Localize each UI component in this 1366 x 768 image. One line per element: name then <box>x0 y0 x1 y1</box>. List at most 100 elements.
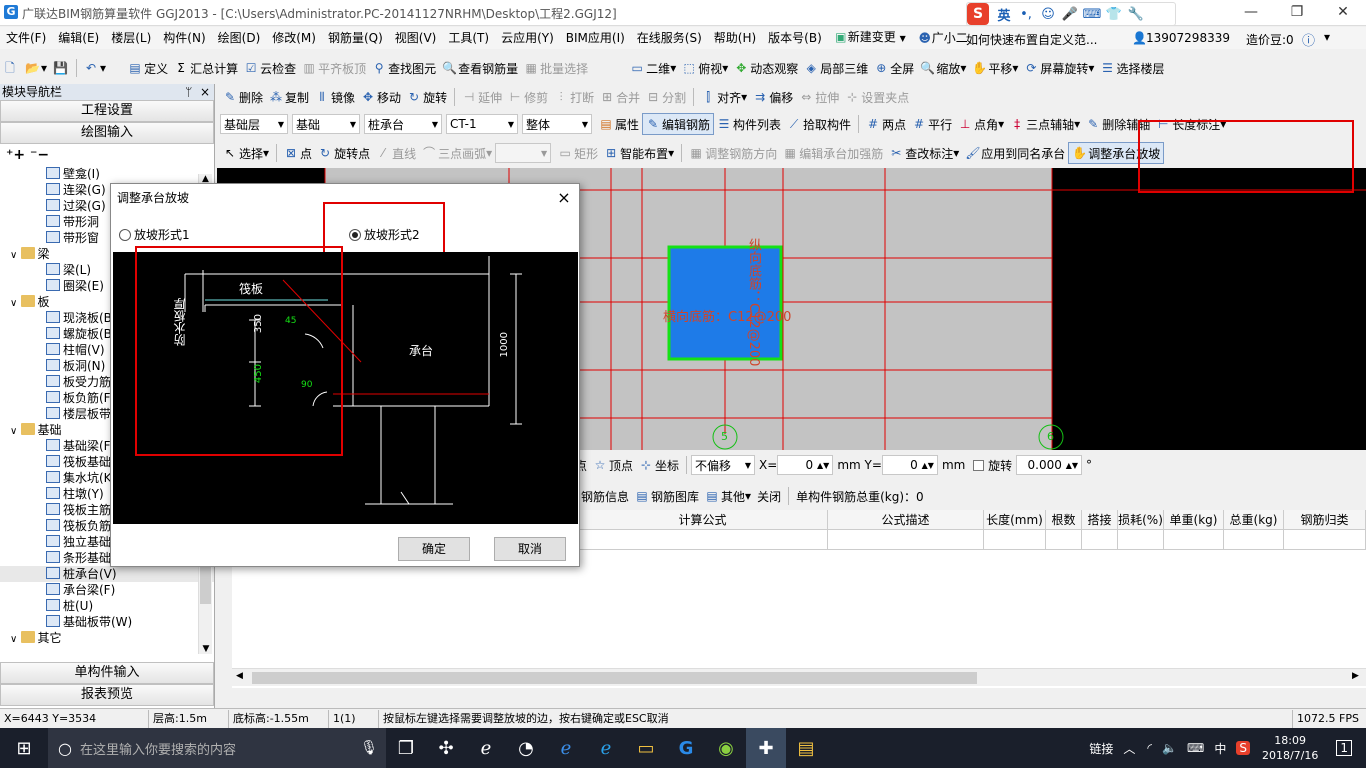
dynamic-view-button[interactable]: ✥ 动态观察 <box>731 57 801 79</box>
ggj-active-icon[interactable]: ✚ <box>746 728 786 768</box>
dropdown-icon[interactable]: ▾ <box>1324 30 1330 44</box>
grid-hscrollbar[interactable]: ◀ ▶ <box>232 668 1366 686</box>
point-angle-button[interactable]: ⊥ 点角 ▾ <box>955 113 1007 135</box>
report-preview-tab[interactable]: 报表预览 <box>0 684 214 706</box>
info-icon[interactable]: ⓘ <box>1302 30 1315 49</box>
menu-bim[interactable]: BIM应用(I) <box>560 27 631 49</box>
pin-icon[interactable]: ᛘ <box>185 85 192 99</box>
define-button[interactable]: ▤ 定义 <box>125 57 171 79</box>
edge-icon[interactable]: ℯ <box>546 728 586 768</box>
close-rebar-button[interactable]: 关闭 <box>754 485 784 507</box>
type-select[interactable]: 桩承台 ▼ <box>364 114 442 134</box>
rebar-x-label[interactable]: 横向底筋：C12@200 <box>663 306 791 325</box>
two-point-axis-button[interactable]: # 两点 <box>863 113 909 135</box>
rotate-checkbox[interactable] <box>973 459 985 471</box>
menu-version[interactable]: 版本号(B) <box>762 27 828 49</box>
keyboard-icon[interactable]: ⌨ <box>1081 7 1103 22</box>
mic-icon[interactable]: 🎤 <box>1059 7 1081 22</box>
open-file-button[interactable]: 📂 ▾ <box>22 57 50 79</box>
ie-icon[interactable]: ℯ <box>466 728 506 768</box>
menu-draw[interactable]: 绘图(D) <box>212 27 267 49</box>
menu-tools[interactable]: 工具(T) <box>442 27 495 49</box>
offset-mode-select[interactable]: 不偏移 ▼ <box>691 455 756 475</box>
three-point-aux-button[interactable]: ‡ 三点辅轴 ▾ <box>1007 113 1083 135</box>
scroll-down-icon[interactable]: ▼ <box>199 644 213 654</box>
component-list-button[interactable]: ☰ 构件列表 <box>714 113 784 135</box>
link-label[interactable]: 链接 <box>1089 740 1113 757</box>
menu-cloud[interactable]: 云应用(Y) <box>495 27 560 49</box>
change-mark-button[interactable]: ✂ 查改标注 ▾ <box>886 142 962 164</box>
menu-view[interactable]: 视图(V) <box>389 27 443 49</box>
menu-modify[interactable]: 修改(M) <box>266 27 322 49</box>
tree-item[interactable]: 承台梁(F) <box>0 582 214 598</box>
tree-item[interactable]: 桩(U) <box>0 598 214 614</box>
help-link[interactable]: 如何快速布置自定义范... <box>966 31 1097 48</box>
notes-icon[interactable]: ▤ <box>786 728 826 768</box>
expand-all-icon[interactable]: ⁺+ <box>6 147 25 163</box>
align-button[interactable]: ⫿ 对齐 ▾ <box>698 86 750 108</box>
ime-toolbar[interactable]: S 英 •, ☺ 🎤 ⌨ 👕 🔧 <box>966 2 1176 26</box>
local3d-button[interactable]: ◈ 局部三维 <box>801 57 871 79</box>
batch-select-button[interactable]: ▦ 批量选择 <box>521 57 591 79</box>
mirror-button[interactable]: ⫴ 镜像 <box>312 86 358 108</box>
stretch-button[interactable]: ⇔ 拉伸 <box>796 86 842 108</box>
view2d-button[interactable]: ▭ 二维 ▾ <box>627 57 679 79</box>
project-settings-tab[interactable]: 工程设置 <box>0 100 214 122</box>
rebar-y-label[interactable]: 纵向底筋：C12@200 <box>744 238 763 366</box>
property-button[interactable]: ▤ 属性 <box>596 113 642 135</box>
trim-button[interactable]: ⊢ 修剪 <box>505 86 551 108</box>
option1-radio[interactable]: 放坡形式1 <box>119 226 190 243</box>
grid-scroll-thumb[interactable] <box>252 672 977 684</box>
network-icon[interactable]: ◜ <box>1147 741 1152 755</box>
volume-icon[interactable]: 🔈 <box>1162 741 1177 755</box>
col-count[interactable]: 根数 <box>1046 510 1082 530</box>
punct-icon[interactable]: •, <box>1015 7 1037 22</box>
explorer-icon[interactable]: ▭ <box>626 728 666 768</box>
sogou-tray-icon[interactable]: S <box>1236 741 1250 755</box>
fullscreen-button[interactable]: ⊕ 全屏 <box>871 57 917 79</box>
point-button[interactable]: ⊠ 点 <box>281 142 315 164</box>
cloud-check-button[interactable]: ☑ 云检查 <box>241 57 299 79</box>
align-top-button[interactable]: ▥ 平齐板顶 <box>299 57 369 79</box>
expand-chevron-icon[interactable]: ∨ <box>10 298 21 309</box>
part-select[interactable]: 整体 ▼ <box>522 114 592 134</box>
rotate-screen-button[interactable]: ⟳ 屏幕旋转 ▾ <box>1021 57 1097 79</box>
menu-component[interactable]: 构件(N) <box>157 27 211 49</box>
layer-select[interactable]: 基础层 ▼ <box>220 114 288 134</box>
wrench-icon[interactable]: 🔧 <box>1125 7 1147 22</box>
menu-assistant[interactable]: ☻广小二 <box>912 27 974 49</box>
maximize-button[interactable]: ❐ <box>1274 0 1320 26</box>
pan-button[interactable]: ✋ 平移 ▾ <box>969 57 1021 79</box>
windows-start-icon[interactable]: ⊞ <box>0 728 48 768</box>
arc-mode-select[interactable]: ▼ <box>495 143 552 163</box>
snap-vertex-button[interactable]: ☆ 顶点 <box>590 454 636 476</box>
menu-help[interactable]: 帮助(H) <box>708 27 762 49</box>
draw-input-tab[interactable]: 绘图输入 <box>0 122 214 144</box>
view-rebar-button[interactable]: 🔍 查看钢筋量 <box>439 57 521 79</box>
other-button[interactable]: ▤ 其他 ▾ <box>702 485 754 507</box>
lang-indicator[interactable]: 中 <box>1214 740 1226 757</box>
adjust-rebar-dir-button[interactable]: ▦ 调整钢筋方向 <box>686 142 780 164</box>
pile-cap-ct1[interactable] <box>667 245 783 361</box>
dialog-close-button[interactable]: × <box>549 188 579 207</box>
copy-button[interactable]: ⁂ 复制 <box>266 86 312 108</box>
select-button[interactable]: ↖ 选择 ▾ <box>220 142 272 164</box>
glodon-g-icon[interactable]: G <box>666 728 706 768</box>
overlook-button[interactable]: ⬚ 俯视 ▾ <box>679 57 731 79</box>
ime-mode[interactable]: 英 <box>993 5 1015 24</box>
expand-chevron-icon[interactable]: ∨ <box>10 426 21 437</box>
expand-chevron-icon[interactable]: ∨ <box>10 250 21 261</box>
select-floor-button[interactable]: ☰ 选择楼层 <box>1097 57 1167 79</box>
col-unit-weight[interactable]: 单重(kg) <box>1164 510 1224 530</box>
expand-chevron-icon[interactable]: ∨ <box>10 634 21 645</box>
parallel-axis-button[interactable]: # 平行 <box>909 113 955 135</box>
menu-file[interactable]: 文件(F) <box>0 27 52 49</box>
tree-group[interactable]: ∨ 其它 <box>0 630 214 646</box>
x-input[interactable]: 0 ▲▼ <box>777 455 834 475</box>
ie-blue-icon[interactable]: ℯ <box>586 728 626 768</box>
col-total-weight[interactable]: 总重(kg) <box>1224 510 1284 530</box>
extend-button[interactable]: ⊣ 延伸 <box>459 86 505 108</box>
delete-button[interactable]: ✎ 删除 <box>220 86 266 108</box>
single-input-tab[interactable]: 单构件输入 <box>0 662 214 684</box>
notification-center[interactable]: 1 <box>1336 740 1352 756</box>
